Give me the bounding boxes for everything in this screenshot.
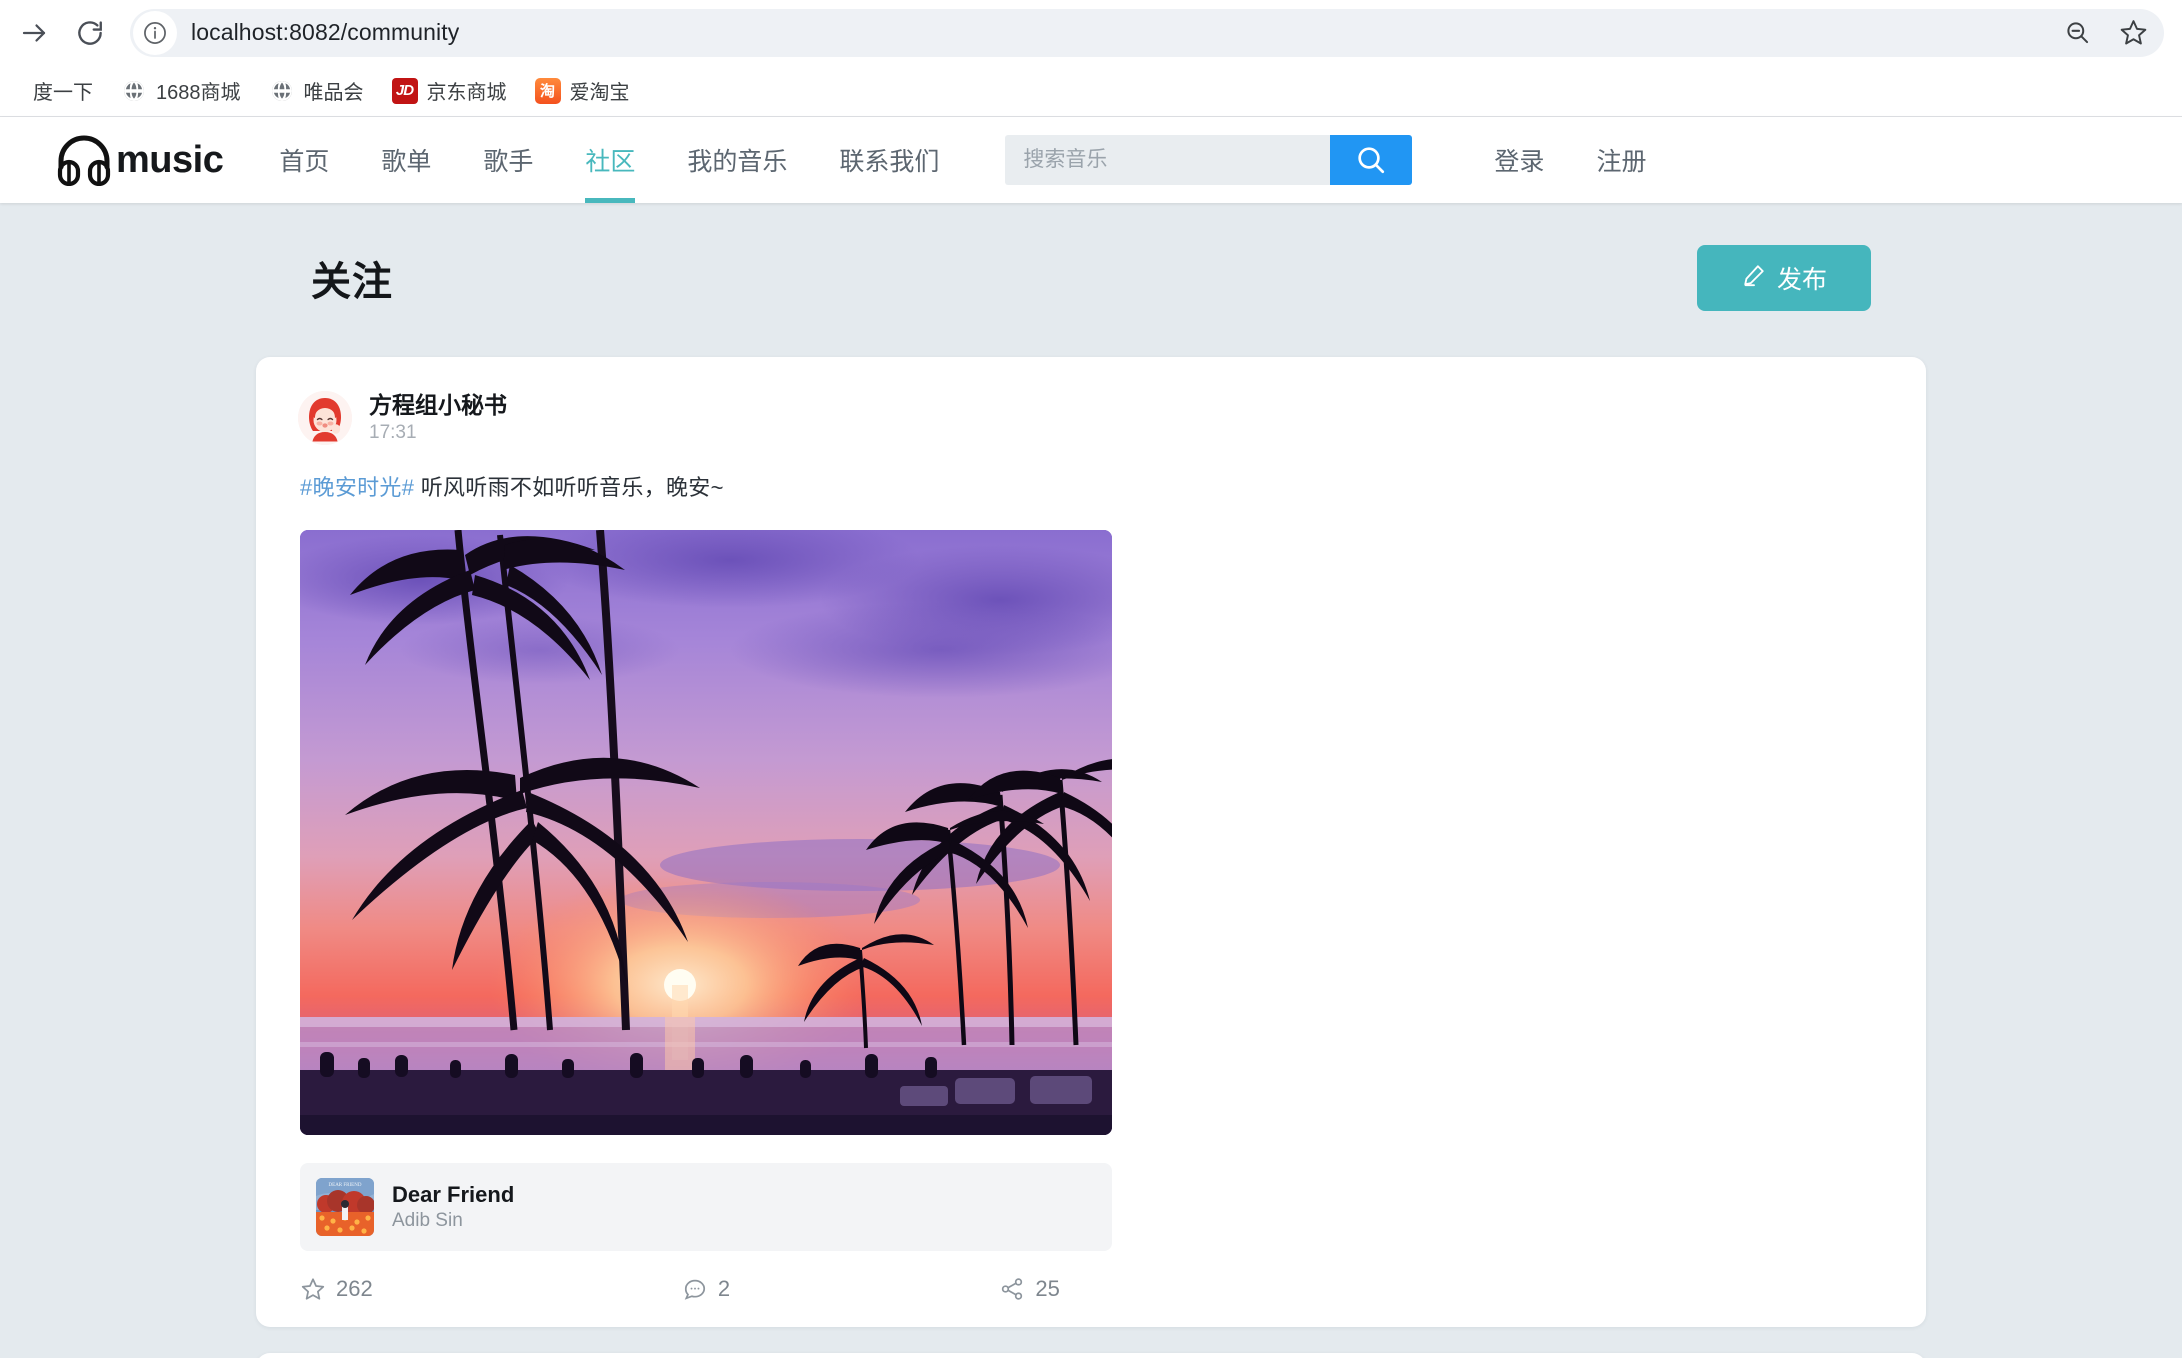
nav-item-artists[interactable]: 歌手	[457, 117, 559, 203]
register-link[interactable]: 注册	[1570, 142, 1672, 178]
post-feed: 方程组小秘书 17:31 #晚安时光# 听风听雨不如听听音乐，晚安~ DEAR …	[256, 357, 1926, 1358]
reload-icon[interactable]	[64, 7, 116, 59]
post-author: 方程组小秘书	[369, 392, 507, 418]
page-header: 关注 发布	[311, 203, 1871, 311]
site-logo-text: music	[116, 138, 224, 181]
post-body-text: 听风听雨不如听听音乐，晚安~	[414, 475, 724, 501]
svg-text:DEAR FRIEND: DEAR FRIEND	[329, 1183, 362, 1188]
post-text: #晚安时光# 听风听雨不如听听音乐，晚安~	[300, 470, 1884, 502]
page-title: 关注	[311, 260, 393, 304]
comment-count: 2	[717, 1276, 731, 1302]
album-cover: DEAR FRIEND	[316, 1178, 374, 1237]
song-artist: Adib Sin	[392, 1210, 463, 1232]
main-navigation: 首页 歌单 歌手 社区 我的音乐 联系我们	[253, 117, 965, 203]
address-bar-url: localhost:8082/community	[191, 19, 460, 45]
publish-button-label: 发布	[1776, 266, 1827, 294]
bookmark-item[interactable]: 1688商城	[109, 71, 253, 110]
post-card: 方程组小秘书 17:31 #晚安时光# 听风听雨不如听听音乐，晚安~ DEAR …	[256, 357, 1926, 1328]
star-icon	[300, 1276, 326, 1302]
bookmark-label: 爱淘宝	[569, 82, 630, 104]
share-count: 25	[1035, 1276, 1060, 1302]
nav-item-contact[interactable]: 联系我们	[813, 117, 965, 203]
globe-icon	[0, 78, 24, 104]
share-icon	[999, 1276, 1025, 1302]
like-action[interactable]: 262	[300, 1276, 571, 1302]
site-header: music 首页 歌单 歌手 社区 我的音乐 联系我们 登录 注册	[0, 117, 2182, 203]
search-bar	[1005, 135, 1413, 185]
bookmark-label: 度一下	[33, 82, 93, 104]
browser-toolbar: localhost:8082/community	[0, 0, 2182, 65]
auth-links: 登录 注册	[1468, 142, 1672, 178]
bookmark-label: 京东商城	[426, 82, 507, 104]
jd-icon: JD	[391, 77, 418, 104]
site-logo[interactable]: music	[56, 134, 224, 187]
bookmark-item[interactable]: 唯品会	[257, 71, 376, 110]
bookmark-label: 1688商城	[156, 82, 241, 104]
zoom-out-icon[interactable]	[2064, 19, 2091, 46]
globe-icon	[121, 78, 147, 104]
post-image[interactable]	[300, 530, 1112, 1136]
bookmark-item[interactable]: JD 京东商城	[380, 71, 519, 110]
forward-arrow-icon[interactable]	[8, 7, 60, 59]
login-link[interactable]: 登录	[1468, 142, 1570, 178]
nav-item-home[interactable]: 首页	[253, 117, 355, 203]
omnibox-actions	[2064, 9, 2148, 57]
publish-button[interactable]: 发布	[1697, 245, 1871, 311]
taobao-icon: 淘	[534, 77, 561, 104]
bookmark-star-icon[interactable]	[2119, 18, 2148, 47]
avatar[interactable]	[298, 391, 352, 446]
address-bar[interactable]: localhost:8082/community	[130, 8, 2164, 57]
pencil-icon	[1741, 262, 1767, 295]
community-page: 关注 发布 方程组小秘书 17:31 #晚安时光# 听风听雨不如听听音乐，晚安~…	[0, 203, 2182, 1358]
post-author-block: 方程组小秘书 17:31	[369, 391, 507, 445]
bookmark-label: 唯品会	[303, 82, 364, 104]
nav-item-my-music[interactable]: 我的音乐	[661, 117, 813, 203]
post-actions: 262 2 25	[300, 1251, 1112, 1327]
bookmark-item[interactable]: 度一下	[0, 71, 105, 110]
share-action[interactable]: 25	[841, 1276, 1112, 1302]
post-time: 17:31	[369, 421, 417, 443]
song-info: Dear Friend Adib Sin	[392, 1181, 514, 1234]
comment-action[interactable]: 2	[571, 1276, 842, 1302]
post-header: 方程组小秘书 17:31	[298, 391, 1884, 446]
bookmark-item[interactable]: 淘 爱淘宝	[523, 71, 642, 110]
nav-item-community[interactable]: 社区	[559, 117, 661, 203]
info-circle-icon[interactable]	[133, 10, 177, 55]
post-card-next	[256, 1353, 1926, 1358]
nav-item-playlists[interactable]: 歌单	[355, 117, 457, 203]
comment-icon	[682, 1276, 708, 1302]
headphones-icon	[56, 134, 112, 187]
attached-song-card[interactable]: DEAR FRIEND Dear Friend Adib Sin	[300, 1163, 1112, 1252]
search-input[interactable]	[1005, 135, 1331, 185]
post-hashtag[interactable]: #晚安时光#	[300, 475, 414, 500]
song-title: Dear Friend	[392, 1181, 515, 1207]
like-count: 262	[336, 1276, 373, 1302]
search-button[interactable]	[1330, 135, 1413, 185]
bookmarks-bar: 度一下 1688商城 唯品会 JD 京东商城 淘 爱淘宝	[0, 65, 2182, 117]
globe-icon	[269, 78, 295, 104]
